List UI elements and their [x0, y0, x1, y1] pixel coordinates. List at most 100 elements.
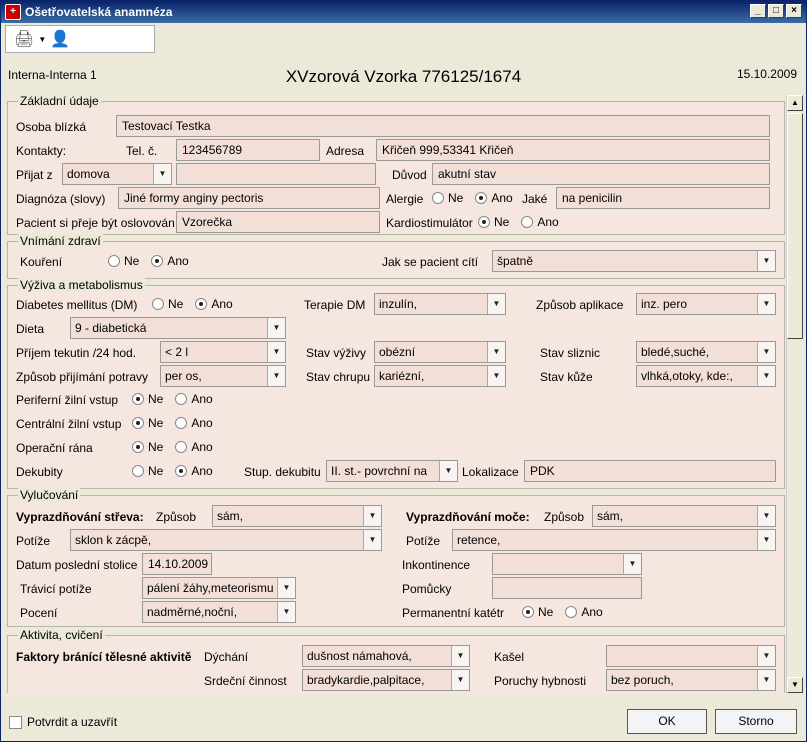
- prijat-select[interactable]: domova ▼: [62, 163, 172, 185]
- chevron-down-icon[interactable]: ▼: [487, 366, 505, 386]
- centralni-ano-radio[interactable]: [175, 417, 188, 429]
- chevron-down-icon[interactable]: ▼: [153, 164, 171, 184]
- chevron-down-icon[interactable]: ▼: [363, 530, 381, 550]
- chevron-down-icon[interactable]: ▼: [451, 646, 469, 666]
- alergie-radio-group[interactable]: Ne Ano: [432, 191, 521, 205]
- periferni-radio-group[interactable]: Ne Ano: [132, 392, 221, 406]
- operacni-ano-radio[interactable]: [175, 441, 188, 453]
- chevron-down-icon[interactable]: ▼: [451, 670, 469, 690]
- chevron-down-icon[interactable]: ▼: [267, 318, 285, 338]
- maximize-button[interactable]: □: [768, 4, 784, 18]
- stav-kuze-select[interactable]: vlhká,otoky, kde:, ▼: [636, 365, 776, 387]
- dm-ne-radio[interactable]: [152, 298, 164, 310]
- cancel-button[interactable]: Storno: [715, 709, 797, 734]
- scroll-up-icon[interactable]: ▲: [787, 95, 803, 111]
- koureni-radio-group[interactable]: Ne Ano: [108, 254, 197, 268]
- zpusob-apl-select[interactable]: inz. pero ▼: [636, 293, 776, 315]
- confirm-checkbox[interactable]: [9, 716, 22, 729]
- terapie-select[interactable]: inzulín, ▼: [374, 293, 506, 315]
- dieta-select[interactable]: 9 - diabetická ▼: [70, 317, 286, 339]
- poruchy-select[interactable]: bez poruch, ▼: [606, 669, 776, 691]
- kardio-radio-group[interactable]: Ne Ano: [478, 215, 567, 229]
- app-icon: +: [5, 4, 21, 20]
- travici-select[interactable]: pálení žáhy,meteorismu ▼: [142, 577, 296, 599]
- operacni-ne-radio[interactable]: [132, 441, 144, 453]
- katetr-ano-radio[interactable]: [565, 606, 578, 618]
- chevron-down-icon[interactable]: ▼: [277, 578, 295, 598]
- chevron-down-icon[interactable]: ▼: [757, 251, 775, 271]
- operacni-radio-group[interactable]: Ne Ano: [132, 440, 221, 454]
- chevron-down-icon[interactable]: ▼: [267, 366, 285, 386]
- prijem-select[interactable]: < 2 l ▼: [160, 341, 286, 363]
- dekubity-ano-radio[interactable]: [175, 465, 188, 477]
- prijat-extra-input[interactable]: [176, 163, 376, 185]
- jak-select[interactable]: špatně ▼: [492, 250, 776, 272]
- scroll-down-icon[interactable]: ▼: [787, 677, 803, 693]
- dm-ano-radio[interactable]: [195, 298, 208, 310]
- scrollbar-thumb[interactable]: [787, 113, 803, 339]
- centralni-ne-radio[interactable]: [132, 417, 144, 429]
- chevron-down-icon[interactable]: ▼: [757, 366, 775, 386]
- lokalizace-input[interactable]: PDK: [524, 460, 776, 482]
- printer-icon[interactable]: 🖨: [14, 29, 34, 49]
- zpusob-prij-select[interactable]: per os, ▼: [160, 365, 286, 387]
- streva-potize-select[interactable]: sklon k zácpě, ▼: [70, 529, 382, 551]
- osoba-input[interactable]: Testovací Testka: [116, 115, 770, 137]
- user-icon[interactable]: 👤: [50, 29, 70, 49]
- chevron-down-icon[interactable]: ▼: [267, 342, 285, 362]
- periferni-ne-radio[interactable]: [132, 393, 144, 405]
- centralni-radio-group[interactable]: Ne Ano: [132, 416, 221, 430]
- moce-zpusob-select[interactable]: sám, ▼: [592, 505, 776, 527]
- chevron-down-icon[interactable]: ▼: [757, 646, 775, 666]
- chevron-down-icon[interactable]: ▼: [757, 294, 775, 314]
- chevron-down-icon[interactable]: ▼: [363, 506, 381, 526]
- stav-vyzivy-select[interactable]: obézní ▼: [374, 341, 506, 363]
- close-button[interactable]: ×: [786, 4, 802, 18]
- kardio-ano-radio[interactable]: [521, 216, 534, 228]
- streva-zpusob-select[interactable]: sám, ▼: [212, 505, 382, 527]
- dekubity-ne-radio[interactable]: [132, 465, 144, 477]
- chevron-down-icon[interactable]: ▼: [757, 506, 775, 526]
- datum-input[interactable]: 14.10.2009: [142, 553, 212, 575]
- adresa-input[interactable]: Křičeň 999,53341 Křičeň: [376, 139, 770, 161]
- koureni-ano-radio[interactable]: [151, 255, 164, 267]
- diagnoza-input[interactable]: Jiné formy anginy pectoris: [118, 187, 380, 209]
- poceni-select[interactable]: nadměrné,noční, ▼: [142, 601, 296, 623]
- dm-radio-group[interactable]: Ne Ano: [152, 297, 241, 311]
- chevron-down-icon[interactable]: ▼: [487, 342, 505, 362]
- dychani-select[interactable]: dušnost námahová, ▼: [302, 645, 470, 667]
- minimize-button[interactable]: _: [750, 4, 766, 18]
- chevron-down-icon[interactable]: ▼: [277, 602, 295, 622]
- kardio-ne-radio[interactable]: [478, 216, 490, 228]
- chevron-down-icon[interactable]: ▼: [439, 461, 457, 481]
- dekubity-radio-group[interactable]: Ne Ano: [132, 464, 221, 478]
- inkontinence-select[interactable]: ▼: [492, 553, 642, 575]
- chevron-down-icon[interactable]: ▼: [487, 294, 505, 314]
- katetr-radio-group[interactable]: Ne Ano: [522, 605, 611, 619]
- jake-input[interactable]: na penicilin: [556, 187, 770, 209]
- alergie-ano-radio[interactable]: [475, 192, 488, 204]
- moce-label: Vyprazdňování moče:: [406, 510, 530, 524]
- tel-input[interactable]: 123456789: [176, 139, 320, 161]
- ok-button[interactable]: OK: [627, 709, 707, 734]
- chevron-down-icon[interactable]: ▼: [757, 670, 775, 690]
- chevron-down-icon[interactable]: ▼: [757, 342, 775, 362]
- moce-potize-select[interactable]: retence, ▼: [452, 529, 776, 551]
- chevron-down-icon[interactable]: ▼: [757, 530, 775, 550]
- vertical-scrollbar[interactable]: ▲ ▼: [786, 95, 803, 693]
- osloveni-input[interactable]: Vzorečka: [176, 211, 380, 233]
- periferni-ano-radio[interactable]: [175, 393, 188, 405]
- chevron-down-icon[interactable]: ▼: [623, 554, 641, 574]
- title-bar[interactable]: + Ošetřovatelská anamnéza _ □ ×: [1, 1, 806, 23]
- stav-sliznic-select[interactable]: bledé,suché, ▼: [636, 341, 776, 363]
- pomucky-input[interactable]: [492, 577, 642, 599]
- alergie-ne-radio[interactable]: [432, 192, 444, 204]
- stav-chrupu-select[interactable]: kariézní, ▼: [374, 365, 506, 387]
- stup-select[interactable]: II. st.- povrchní na ▼: [326, 460, 458, 482]
- koureni-ne-radio[interactable]: [108, 255, 120, 267]
- chevron-down-icon[interactable]: ▼: [38, 35, 46, 44]
- duvod-input[interactable]: akutní stav: [432, 163, 770, 185]
- srdecni-select[interactable]: bradykardie,palpitace, ▼: [302, 669, 470, 691]
- katetr-ne-radio[interactable]: [522, 606, 534, 618]
- kasel-select[interactable]: ▼: [606, 645, 776, 667]
